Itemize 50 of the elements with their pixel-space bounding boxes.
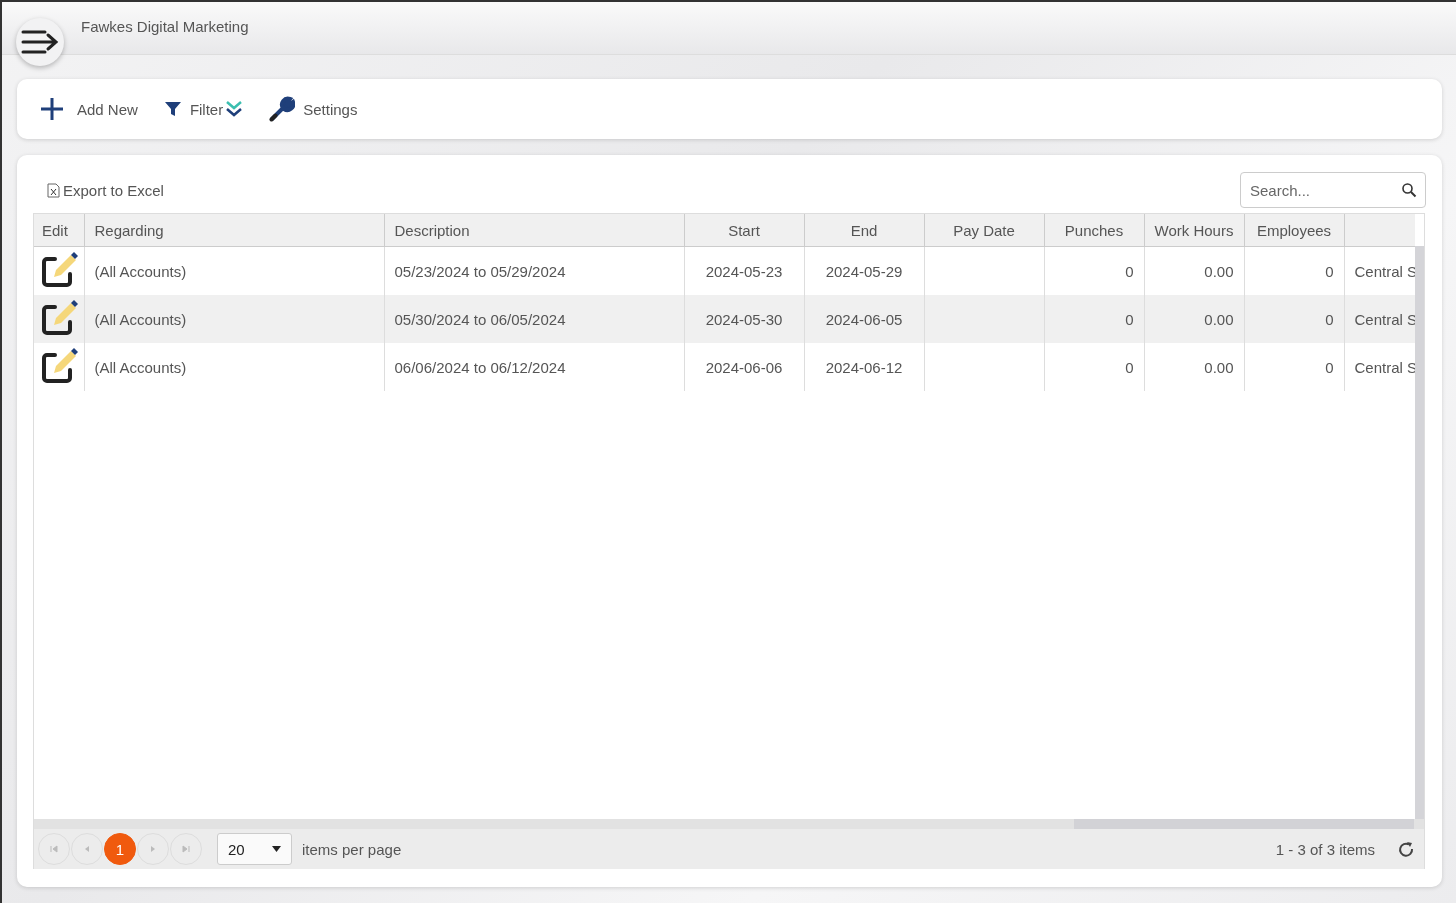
table-cell: 06/06/2024 to 06/12/2024 bbox=[384, 343, 684, 391]
column-header[interactable]: Work Hours bbox=[1144, 214, 1244, 247]
double-chevron-icon bbox=[225, 100, 244, 118]
column-header[interactable]: Description bbox=[384, 214, 684, 247]
column-header[interactable]: End bbox=[804, 214, 924, 247]
dropdown-caret-icon bbox=[272, 846, 281, 852]
column-header[interactable]: Employees bbox=[1244, 214, 1344, 247]
items-count-label: 1 - 3 of 3 items bbox=[1275, 840, 1375, 858]
column-header[interactable]: Pay Date bbox=[924, 214, 1044, 247]
filter-icon bbox=[163, 101, 182, 117]
table-cell: 05/30/2024 to 06/05/2024 bbox=[384, 295, 684, 343]
page-size-dropdown[interactable]: 20 bbox=[217, 833, 292, 865]
plus-icon bbox=[39, 96, 65, 122]
items-per-page-label: items per page bbox=[302, 840, 402, 858]
company-title: Fawkes Digital Marketing bbox=[81, 18, 249, 37]
table-cell: 2024-06-12 bbox=[804, 343, 924, 391]
table-cell: 0 bbox=[1044, 343, 1144, 391]
table-cell: (All Accounts) bbox=[84, 295, 384, 343]
left-arrow-icon bbox=[50, 845, 58, 853]
column-header[interactable]: Edit bbox=[34, 214, 84, 247]
page-number-button[interactable]: 1 bbox=[104, 833, 136, 865]
table-cell: 0.00 bbox=[1144, 295, 1244, 343]
column-header[interactable]: Regarding bbox=[84, 214, 384, 247]
edit-icon[interactable] bbox=[40, 298, 78, 337]
table-cell: 0 bbox=[1044, 295, 1144, 343]
search-icon bbox=[1401, 182, 1417, 198]
horizontal-scrollbar[interactable] bbox=[34, 819, 1424, 829]
export-excel-button[interactable]: Export to Excel bbox=[33, 181, 164, 199]
edit-icon[interactable] bbox=[40, 346, 78, 385]
right-arrow-icon bbox=[182, 845, 190, 853]
right-arrow-icon bbox=[149, 845, 157, 853]
vertical-scrollbar[interactable] bbox=[1415, 246, 1424, 819]
left-arrow-icon bbox=[83, 845, 91, 853]
column-header[interactable]: Punches bbox=[1044, 214, 1144, 247]
menu-button[interactable] bbox=[16, 18, 64, 66]
table-cell: 2024-06-06 bbox=[684, 343, 804, 391]
filter-button[interactable]: Filter bbox=[163, 100, 244, 118]
search-field[interactable]: Search... bbox=[1240, 172, 1426, 208]
table-cell: 0 bbox=[1244, 343, 1344, 391]
add-new-button[interactable]: Add New bbox=[39, 96, 138, 122]
table-cell: 0 bbox=[1244, 295, 1344, 343]
table-cell: 0.00 bbox=[1144, 343, 1244, 391]
settings-button[interactable]: Settings bbox=[269, 96, 358, 122]
column-header[interactable]: Start bbox=[684, 214, 804, 247]
table-cell: 2024-06-05 bbox=[804, 295, 924, 343]
table-cell: 2024-05-30 bbox=[684, 295, 804, 343]
table-cell: (All Accounts) bbox=[84, 343, 384, 391]
refresh-icon bbox=[1398, 841, 1414, 857]
excel-file-icon bbox=[47, 182, 60, 198]
edit-icon[interactable] bbox=[40, 250, 78, 289]
